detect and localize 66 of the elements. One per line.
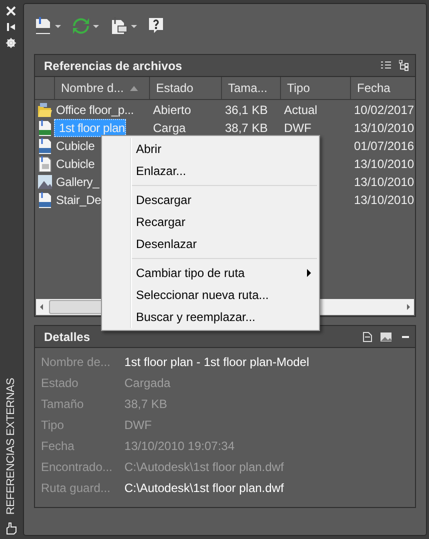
date-cell-text: 13/10/2010 [353, 157, 415, 171]
file-icon [36, 156, 52, 172]
status-cell-text: Abierto [152, 103, 192, 117]
list-view-icon[interactable] [381, 61, 391, 70]
open-folder-icon [36, 102, 52, 118]
file-name[interactable]: Cubicle [54, 139, 95, 153]
settings-icon[interactable] [6, 38, 16, 48]
pin-icon[interactable] [6, 22, 16, 32]
menu-item[interactable]: Enlazar... [102, 160, 319, 182]
file-icon [36, 192, 52, 208]
date-cell-text: 01/07/2016 [353, 139, 415, 153]
close-icon[interactable] [6, 6, 16, 16]
file-name[interactable]: Office floor_p... [54, 103, 134, 117]
image-preview-icon[interactable] [380, 332, 392, 342]
column-header[interactable]: Fecha [350, 77, 415, 99]
file-icon [36, 120, 52, 136]
field-label: Tipo [41, 417, 65, 434]
tree-view-icon[interactable] [399, 60, 409, 71]
file-icon [34, 17, 52, 35]
column-header[interactable]: Estado [149, 77, 221, 99]
size-cell-text: 36,1 KB [224, 103, 269, 117]
palette-title: REFERENCIAS EXTERNAS [5, 378, 17, 515]
file-icon [110, 17, 128, 35]
date-cell-text: 10/02/2017 [353, 103, 415, 117]
column-header[interactable]: Tipo [280, 77, 350, 99]
field-value: DWF [124, 417, 153, 434]
help-icon[interactable] [148, 17, 164, 35]
document-icon[interactable] [363, 332, 372, 342]
field-value: C:\Autodesk\1st floor plan.dwf [124, 480, 285, 497]
menu-item[interactable]: Descargar [102, 189, 319, 211]
menu-item[interactable]: Abrir [102, 138, 319, 160]
field-value: C:\Autodesk\1st floor plan.dwf [124, 459, 285, 476]
type-cell-text: DWF [283, 121, 312, 135]
date-cell-text: 13/10/2010 [353, 121, 415, 135]
file-icon [36, 138, 52, 154]
file-name[interactable]: Stair_De [54, 193, 102, 207]
type-cell-text: Actual [283, 103, 318, 117]
column-header[interactable]: Nombre d... [54, 77, 149, 99]
panel-title: Detalles [44, 330, 92, 344]
field-label: Encontrado... [41, 459, 112, 476]
hand-icon[interactable] [4, 521, 18, 535]
field-label: Nombre de... [41, 354, 112, 371]
menu-item[interactable]: Buscar y reemplazar... [102, 306, 319, 328]
file-name[interactable]: Gallery_ [54, 175, 100, 189]
field-value: 38,7 KB [124, 396, 168, 413]
file-name[interactable]: Cubicle [54, 157, 95, 171]
date-cell-text: 13/10/2010 [353, 175, 415, 189]
field-value: Cargada [124, 375, 172, 392]
field-label: Fecha [41, 438, 76, 455]
menu-item[interactable]: Cambiar tipo de ruta [102, 262, 319, 284]
field-label: Ruta guard... [41, 480, 112, 497]
submenu-arrow-icon [307, 269, 311, 277]
panel-title: Referencias de archivos [44, 58, 184, 72]
date-cell-text: 13/10/2010 [353, 193, 415, 207]
size-cell-text: 38,7 KB [224, 121, 269, 135]
field-value: 13/10/2010 19:07:34 [124, 438, 236, 455]
image-icon [36, 174, 52, 190]
menu-item[interactable]: Recargar [102, 211, 319, 233]
field-label: Tamaño [41, 396, 85, 413]
column-header[interactable]: Tama... [221, 77, 280, 99]
menu-item[interactable]: Seleccionar nueva ruta... [102, 284, 319, 306]
field-value: 1st floor plan - 1st floor plan-Model [124, 354, 310, 371]
status-cell-text: Carga [152, 121, 187, 135]
menu-item[interactable]: Desenlazar [102, 233, 319, 255]
field-label: Estado [41, 375, 80, 392]
refresh-icon [72, 17, 90, 35]
